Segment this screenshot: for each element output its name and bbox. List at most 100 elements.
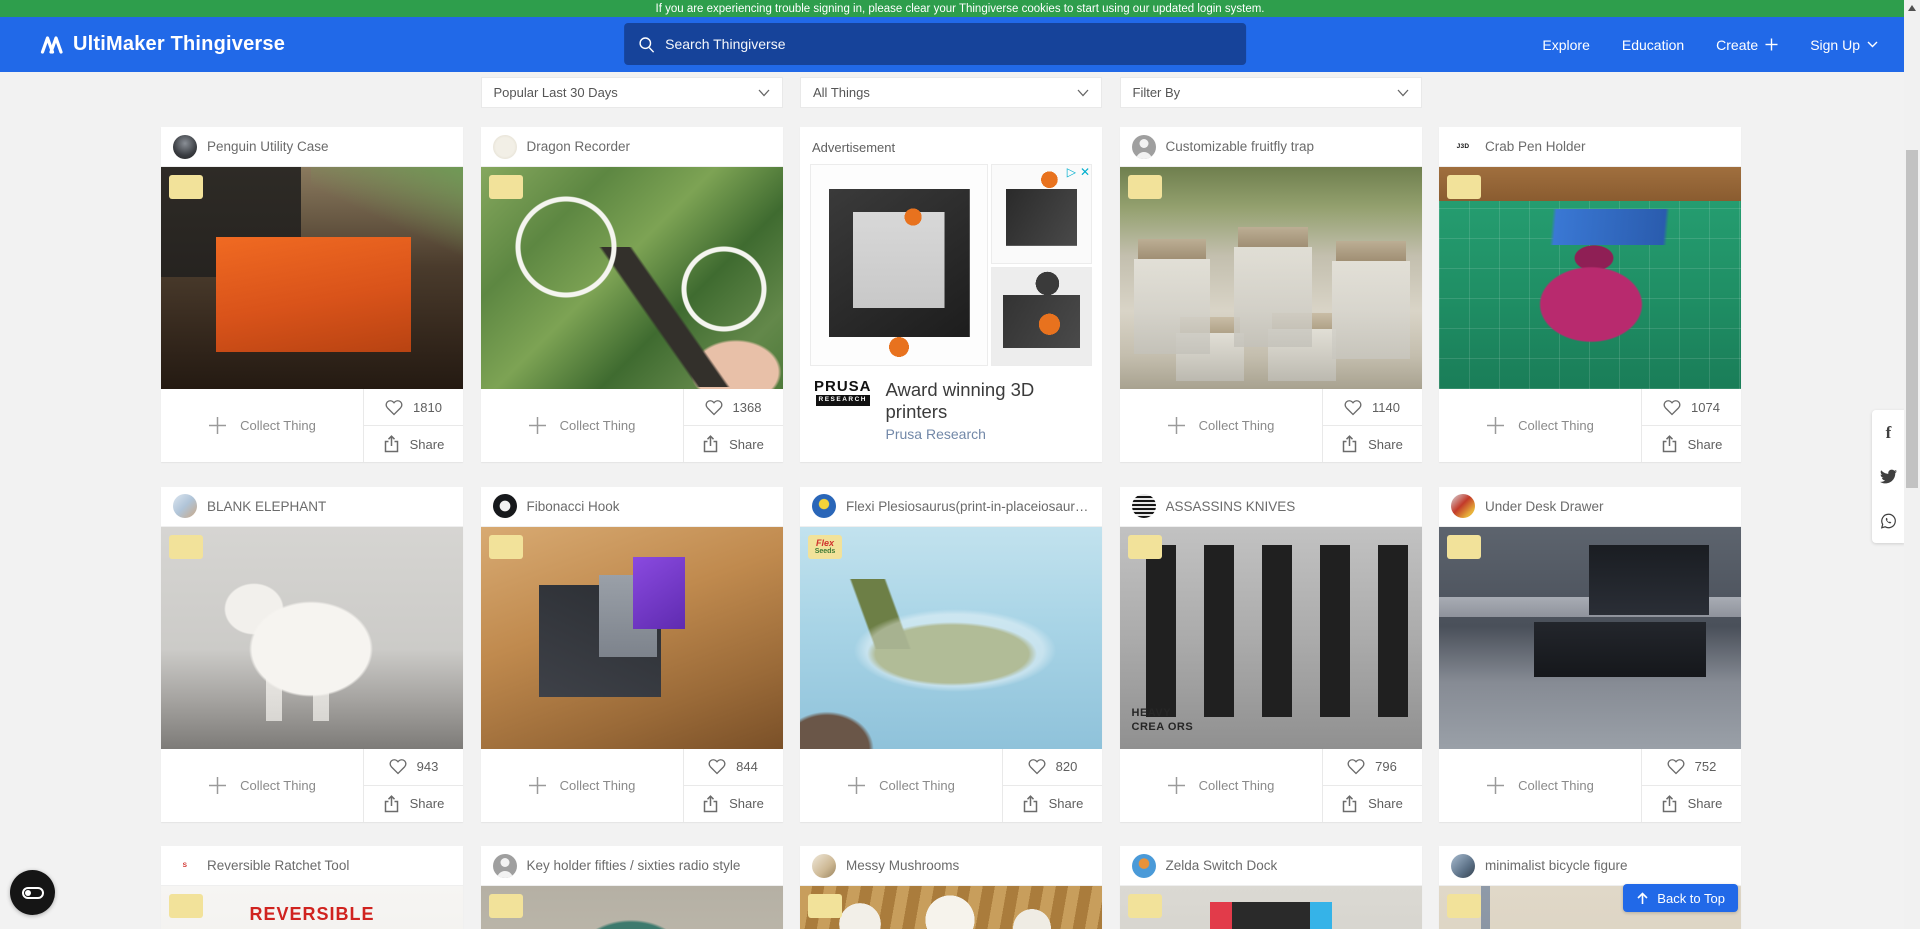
share-button[interactable]: Share bbox=[1642, 426, 1741, 462]
scrollbar-up-arrow-icon[interactable] bbox=[1908, 5, 1916, 11]
like-button[interactable]: 844 bbox=[684, 749, 783, 786]
category-dropdown[interactable]: All Things bbox=[800, 77, 1102, 108]
thing-image[interactable]: HEAVY CREA ORS bbox=[1120, 527, 1422, 749]
share-button[interactable]: Share bbox=[1323, 426, 1422, 462]
creator-avatar[interactable]: S bbox=[173, 854, 197, 878]
thumbnail-badge bbox=[1447, 175, 1481, 199]
thing-title[interactable]: BLANK ELEPHANT bbox=[207, 499, 326, 514]
thing-image[interactable] bbox=[800, 886, 1102, 929]
share-button[interactable]: Share bbox=[684, 426, 783, 462]
thing-image[interactable] bbox=[481, 886, 783, 929]
ad-image-bottom[interactable] bbox=[991, 267, 1092, 367]
collect-thing-button[interactable]: Collect Thing bbox=[1120, 749, 1322, 822]
share-button[interactable]: Share bbox=[1642, 786, 1741, 822]
sort-dropdown[interactable]: Popular Last 30 Days bbox=[481, 77, 783, 108]
plus-icon bbox=[1486, 416, 1505, 435]
thing-title[interactable]: Penguin Utility Case bbox=[207, 139, 329, 154]
share-button[interactable]: Share bbox=[1003, 786, 1102, 822]
twitter-icon[interactable] bbox=[1880, 468, 1897, 485]
thing-title[interactable]: Customizable fruitfly trap bbox=[1166, 139, 1315, 154]
collect-thing-button[interactable]: Collect Thing bbox=[161, 749, 363, 822]
thing-image[interactable] bbox=[161, 527, 463, 749]
facebook-icon[interactable]: f bbox=[1880, 424, 1897, 441]
creator-avatar[interactable] bbox=[493, 494, 517, 518]
thing-title[interactable]: Key holder fifties / sixties radio style bbox=[527, 858, 741, 873]
creator-avatar[interactable] bbox=[1132, 854, 1156, 878]
like-button[interactable]: 752 bbox=[1642, 749, 1741, 786]
ad-advertiser[interactable]: Prusa Research bbox=[886, 426, 1092, 442]
share-button[interactable]: Share bbox=[1323, 786, 1422, 822]
share-icon bbox=[702, 435, 719, 453]
ad-image-top[interactable] bbox=[991, 164, 1092, 264]
nav-signup[interactable]: Sign Up bbox=[1810, 37, 1878, 53]
thing-title[interactable]: minimalist bicycle figure bbox=[1485, 858, 1628, 873]
collect-thing-button[interactable]: Collect Thing bbox=[161, 389, 363, 462]
creator-avatar[interactable] bbox=[1132, 135, 1156, 159]
creator-avatar[interactable] bbox=[493, 135, 517, 159]
thing-title[interactable]: Dragon Recorder bbox=[527, 139, 631, 154]
search-input[interactable] bbox=[665, 36, 1232, 52]
nav-create[interactable]: Create bbox=[1716, 37, 1778, 53]
whatsapp-icon[interactable] bbox=[1880, 512, 1897, 529]
ad-banner[interactable]: ▷ ✕ bbox=[810, 164, 1092, 366]
thing-image[interactable] bbox=[1120, 886, 1422, 929]
nav-education[interactable]: Education bbox=[1622, 37, 1684, 53]
like-button[interactable]: 943 bbox=[364, 749, 463, 786]
creator-avatar[interactable] bbox=[493, 854, 517, 878]
creator-avatar[interactable] bbox=[812, 494, 836, 518]
thing-title[interactable]: ASSASSINS KNIVES bbox=[1166, 499, 1296, 514]
thing-title[interactable]: Messy Mushrooms bbox=[846, 858, 959, 873]
thing-title[interactable]: Zelda Switch Dock bbox=[1166, 858, 1278, 873]
creator-avatar[interactable] bbox=[1451, 854, 1475, 878]
collect-thing-button[interactable]: Collect Thing bbox=[481, 749, 683, 822]
like-button[interactable]: 1368 bbox=[684, 389, 783, 426]
thing-image[interactable] bbox=[1439, 527, 1741, 749]
creator-avatar[interactable] bbox=[173, 135, 197, 159]
filter-by-dropdown[interactable]: Filter By bbox=[1120, 77, 1422, 108]
ad-image-large[interactable] bbox=[810, 164, 988, 366]
share-button[interactable]: Share bbox=[684, 786, 783, 822]
cookie-settings-button[interactable] bbox=[10, 870, 55, 915]
scrollbar-thumb[interactable] bbox=[1906, 150, 1918, 488]
thing-title[interactable]: Under Desk Drawer bbox=[1485, 499, 1604, 514]
thing-image[interactable]: REVERSIBLE bbox=[161, 886, 463, 929]
collect-thing-button[interactable]: Collect Thing bbox=[800, 749, 1002, 822]
thing-image[interactable] bbox=[1439, 167, 1741, 389]
thing-title[interactable]: Reversible Ratchet Tool bbox=[207, 858, 349, 873]
share-button[interactable]: Share bbox=[364, 426, 463, 462]
thing-card-header: Penguin Utility Case bbox=[161, 127, 463, 167]
like-button[interactable]: 1074 bbox=[1642, 389, 1741, 426]
adchoices-icon[interactable]: ▷ bbox=[1067, 166, 1076, 178]
thing-title[interactable]: Flexi Plesiosaurus(print-in-placeiosauru… bbox=[846, 499, 1090, 514]
thumbnail-overlay-text: REVERSIBLE bbox=[161, 904, 463, 925]
collect-thing-button[interactable]: Collect Thing bbox=[1439, 389, 1641, 462]
ad-close-icon[interactable]: ✕ bbox=[1080, 166, 1090, 178]
share-button[interactable]: Share bbox=[364, 786, 463, 822]
creator-avatar[interactable]: J3D bbox=[1451, 135, 1475, 159]
thing-image[interactable] bbox=[481, 167, 783, 389]
thing-image[interactable] bbox=[1120, 167, 1422, 389]
like-button[interactable]: 1810 bbox=[364, 389, 463, 426]
creator-avatar[interactable] bbox=[1451, 494, 1475, 518]
thing-title[interactable]: Crab Pen Holder bbox=[1485, 139, 1586, 154]
ad-headline[interactable]: Award winning 3D printers bbox=[886, 379, 1092, 423]
thing-title[interactable]: Fibonacci Hook bbox=[527, 499, 620, 514]
collect-thing-button[interactable]: Collect Thing bbox=[1120, 389, 1322, 462]
collect-thing-button[interactable]: Collect Thing bbox=[481, 389, 683, 462]
collect-label: Collect Thing bbox=[560, 418, 636, 433]
nav-explore[interactable]: Explore bbox=[1542, 37, 1589, 53]
scrollbar[interactable] bbox=[1904, 0, 1920, 929]
like-button[interactable]: 1140 bbox=[1323, 389, 1422, 426]
collect-thing-button[interactable]: Collect Thing bbox=[1439, 749, 1641, 822]
thing-image[interactable] bbox=[481, 527, 783, 749]
like-button[interactable]: 796 bbox=[1323, 749, 1422, 786]
thing-image[interactable] bbox=[161, 167, 463, 389]
thing-image[interactable]: FlexSeeds bbox=[800, 527, 1102, 749]
creator-avatar[interactable] bbox=[173, 494, 197, 518]
brand-home-link[interactable]: UltiMaker Thingiverse bbox=[40, 33, 285, 56]
creator-avatar[interactable] bbox=[1132, 494, 1156, 518]
creator-avatar[interactable] bbox=[812, 854, 836, 878]
like-button[interactable]: 820 bbox=[1003, 749, 1102, 786]
back-to-top-button[interactable]: Back to Top bbox=[1623, 884, 1738, 912]
search-box[interactable] bbox=[624, 23, 1246, 65]
